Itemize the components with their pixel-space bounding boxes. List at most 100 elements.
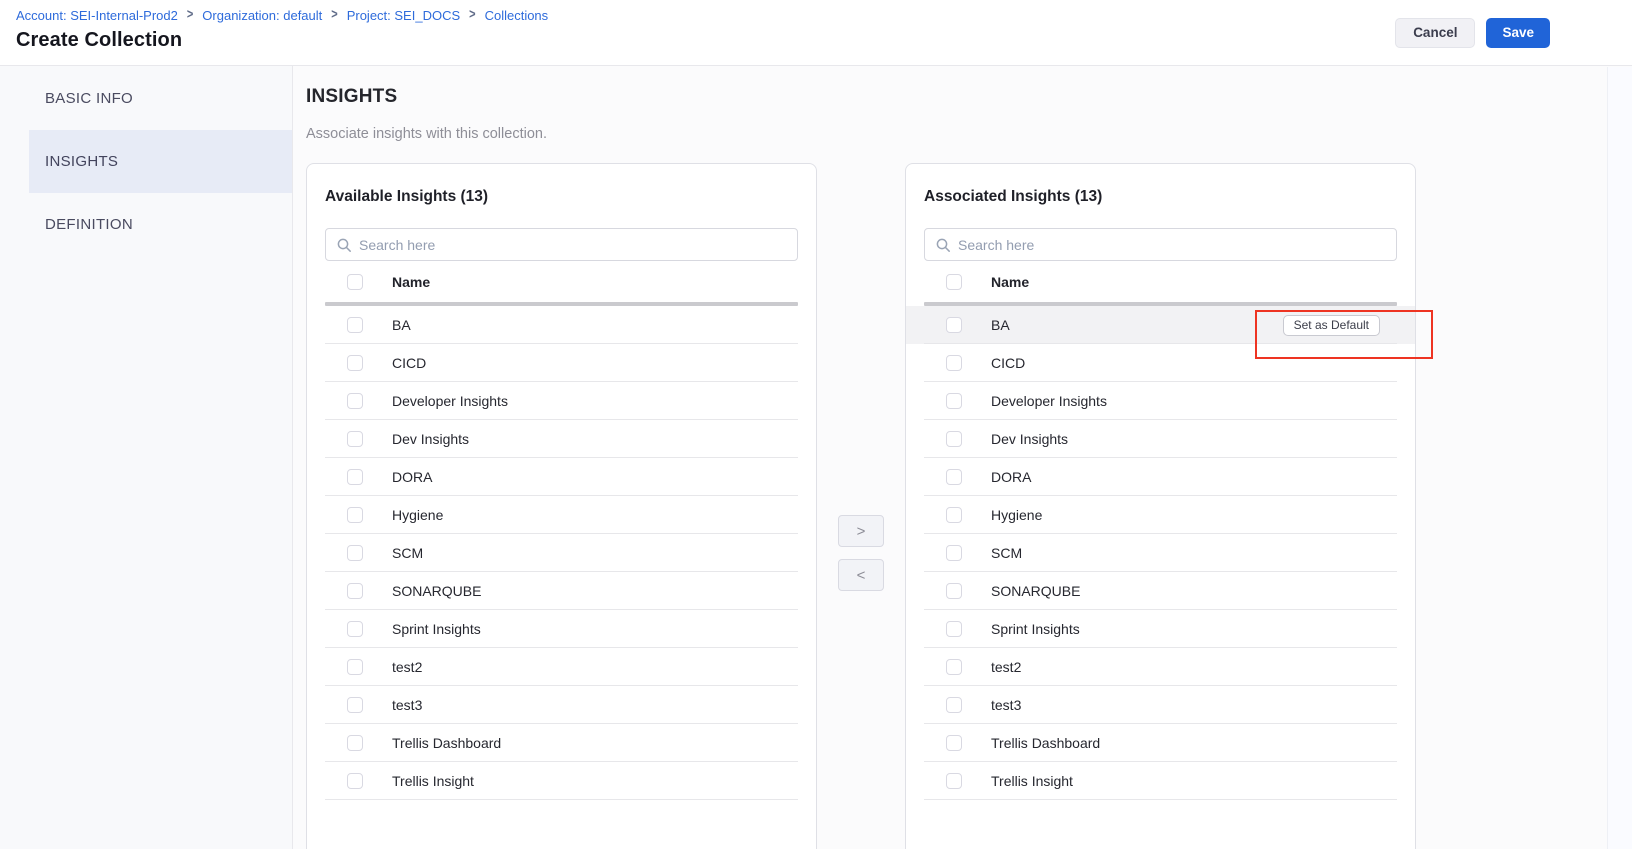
associated-insights-panel: Associated Insights (13) Name BA Set as D… bbox=[905, 163, 1416, 849]
row-checkbox[interactable] bbox=[946, 393, 962, 409]
table-row[interactable]: BA Set as Default bbox=[906, 306, 1415, 344]
breadcrumb-link[interactable]: Account: SEI-Internal-Prod2 bbox=[16, 8, 178, 23]
search-icon bbox=[935, 237, 951, 253]
associated-table-header: Name bbox=[924, 261, 1397, 302]
row-checkbox[interactable] bbox=[946, 355, 962, 371]
available-rows: BA CICDDeveloper Insights Dev Insights DORA… bbox=[307, 306, 816, 800]
breadcrumb-separator-icon: > bbox=[331, 6, 337, 25]
breadcrumb-link[interactable]: Organization: default bbox=[202, 8, 322, 23]
row-checkbox[interactable] bbox=[946, 773, 962, 789]
breadcrumb-link[interactable]: Collections bbox=[485, 8, 549, 23]
row-checkbox[interactable] bbox=[347, 431, 363, 447]
row-label: Trellis Insight bbox=[392, 773, 474, 789]
page-title: Create Collection bbox=[16, 29, 548, 52]
table-row[interactable]: Sprint Insights bbox=[307, 610, 816, 648]
row-checkbox[interactable] bbox=[946, 469, 962, 485]
row-checkbox[interactable] bbox=[946, 507, 962, 523]
row-checkbox[interactable] bbox=[946, 431, 962, 447]
table-row[interactable]: Hygiene bbox=[906, 496, 1415, 534]
table-row[interactable]: BA bbox=[307, 306, 816, 344]
sidebar-item-basic-info[interactable]: BASIC INFO bbox=[29, 67, 292, 130]
table-row[interactable]: SCM bbox=[307, 534, 816, 572]
table-row[interactable]: test2 bbox=[906, 648, 1415, 686]
name-column-header: Name bbox=[392, 274, 430, 290]
table-row[interactable]: Developer Insights bbox=[906, 382, 1415, 420]
move-right-button[interactable]: > bbox=[838, 515, 884, 547]
row-label: Dev Insights bbox=[392, 431, 469, 447]
row-checkbox[interactable] bbox=[946, 545, 962, 561]
table-row[interactable]: SONARQUBE bbox=[906, 572, 1415, 610]
row-label: SCM bbox=[392, 545, 423, 561]
available-search-input[interactable] bbox=[359, 237, 787, 253]
row-checkbox[interactable] bbox=[946, 317, 962, 333]
row-checkbox[interactable] bbox=[347, 507, 363, 523]
table-row[interactable]: test2 bbox=[307, 648, 816, 686]
row-label: BA bbox=[991, 317, 1010, 333]
row-checkbox[interactable] bbox=[946, 621, 962, 637]
table-row[interactable]: Trellis Dashboard bbox=[906, 724, 1415, 762]
table-row[interactable]: test3 bbox=[906, 686, 1415, 724]
row-label: test3 bbox=[392, 697, 422, 713]
row-checkbox[interactable] bbox=[347, 773, 363, 789]
table-row[interactable]: Dev Insights bbox=[906, 420, 1415, 458]
associated-insights-title: Associated Insights (13) bbox=[924, 188, 1397, 206]
breadcrumb-link[interactable]: Project: SEI_DOCS bbox=[347, 8, 460, 23]
table-row[interactable]: test3 bbox=[307, 686, 816, 724]
table-row[interactable]: SCM bbox=[906, 534, 1415, 572]
sidebar-item-definition[interactable]: DEFINITION bbox=[29, 193, 292, 256]
row-checkbox[interactable] bbox=[946, 735, 962, 751]
table-row[interactable]: SONARQUBE bbox=[307, 572, 816, 610]
table-row[interactable]: DORA bbox=[906, 458, 1415, 496]
associated-search-input[interactable] bbox=[958, 237, 1386, 253]
table-row[interactable]: Trellis Insight bbox=[307, 762, 816, 800]
available-table-header: Name bbox=[325, 261, 798, 302]
table-row[interactable]: Dev Insights bbox=[307, 420, 816, 458]
row-label: Hygiene bbox=[991, 507, 1042, 523]
row-label: BA bbox=[392, 317, 411, 333]
main-content: INSIGHTS Associate insights with this co… bbox=[293, 66, 1632, 849]
row-checkbox[interactable] bbox=[946, 697, 962, 713]
row-label: test2 bbox=[991, 659, 1021, 675]
row-checkbox[interactable] bbox=[347, 735, 363, 751]
create-collection-page: Account: SEI-Internal-Prod2 > Organization… bbox=[0, 0, 1632, 849]
row-checkbox[interactable] bbox=[347, 697, 363, 713]
row-checkbox[interactable] bbox=[347, 583, 363, 599]
row-checkbox[interactable] bbox=[347, 621, 363, 637]
table-row[interactable]: CICD bbox=[307, 344, 816, 382]
search-icon bbox=[336, 237, 352, 253]
table-row[interactable]: CICD bbox=[906, 344, 1415, 382]
associated-search-box bbox=[924, 228, 1397, 261]
available-insights-title: Available Insights (13) bbox=[325, 188, 798, 206]
page-scrollbar[interactable] bbox=[1607, 67, 1632, 849]
row-checkbox[interactable] bbox=[946, 583, 962, 599]
row-checkbox[interactable] bbox=[347, 355, 363, 371]
transfer-controls: > < bbox=[817, 163, 905, 591]
table-row[interactable]: Sprint Insights bbox=[906, 610, 1415, 648]
row-label: SCM bbox=[991, 545, 1022, 561]
table-row[interactable]: Trellis Insight bbox=[906, 762, 1415, 800]
table-row[interactable]: Trellis Dashboard bbox=[307, 724, 816, 762]
sidebar-item-insights[interactable]: INSIGHTS bbox=[29, 130, 292, 193]
row-checkbox[interactable] bbox=[946, 659, 962, 675]
row-label: Hygiene bbox=[392, 507, 443, 523]
row-checkbox[interactable] bbox=[347, 317, 363, 333]
section-heading: INSIGHTS bbox=[306, 86, 1632, 108]
save-button[interactable]: Save bbox=[1486, 18, 1550, 48]
cancel-button[interactable]: Cancel bbox=[1395, 18, 1475, 48]
table-row[interactable]: Developer Insights bbox=[307, 382, 816, 420]
table-row[interactable]: Hygiene bbox=[307, 496, 816, 534]
move-left-button[interactable]: < bbox=[838, 559, 884, 591]
row-checkbox[interactable] bbox=[347, 469, 363, 485]
table-row[interactable]: DORA bbox=[307, 458, 816, 496]
set-as-default-button[interactable]: Set as Default bbox=[1283, 315, 1380, 336]
breadcrumb-separator-icon: > bbox=[469, 6, 475, 25]
available-search-box bbox=[325, 228, 798, 261]
available-select-all-checkbox[interactable] bbox=[347, 274, 363, 290]
row-checkbox[interactable] bbox=[347, 659, 363, 675]
row-checkbox[interactable] bbox=[347, 545, 363, 561]
row-checkbox[interactable] bbox=[347, 393, 363, 409]
row-label: test2 bbox=[392, 659, 422, 675]
associated-select-all-checkbox[interactable] bbox=[946, 274, 962, 290]
available-insights-panel: Available Insights (13) Name BA CICDDevel… bbox=[306, 163, 817, 849]
row-label: DORA bbox=[991, 469, 1031, 485]
